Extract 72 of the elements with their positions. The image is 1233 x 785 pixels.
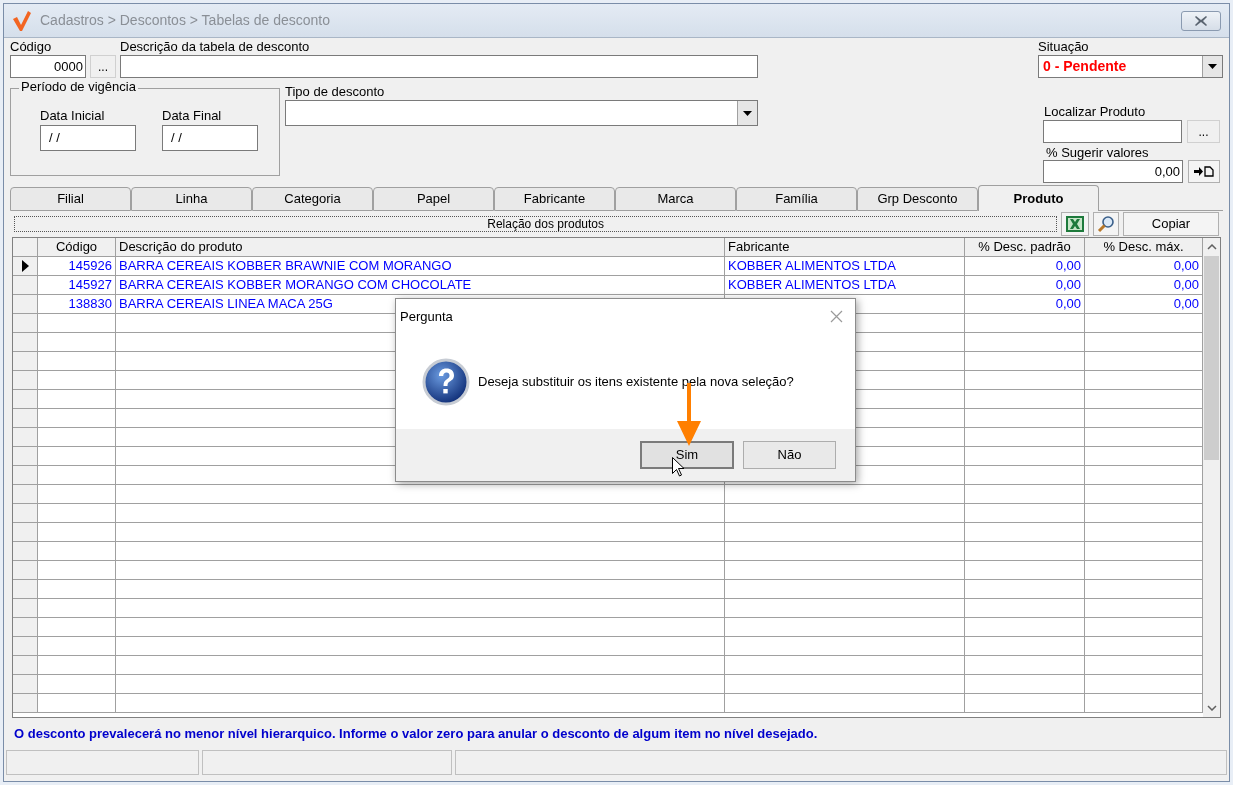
field-label: Data Inicial xyxy=(40,107,106,125)
dialog-button[interactable]: Não xyxy=(743,441,836,469)
discount-type-select[interactable] xyxy=(285,100,758,126)
tab[interactable]: Família xyxy=(736,187,857,211)
dropdown-caret-icon xyxy=(1208,64,1217,69)
date-field[interactable]: / / xyxy=(40,125,136,151)
lookup-button[interactable]: ... xyxy=(1187,120,1220,143)
copy-button[interactable]: Copiar xyxy=(1123,212,1219,236)
field-label: Descrição da tabela de desconto xyxy=(120,39,311,55)
apply-button[interactable] xyxy=(1188,160,1220,183)
code-field[interactable]: 0000 xyxy=(10,55,86,78)
table-cell: 0,00 xyxy=(1173,296,1199,311)
question-icon xyxy=(422,357,470,406)
current-row-icon xyxy=(21,260,29,272)
column-header[interactable]: Código xyxy=(38,238,116,256)
table-cell: BARRA CEREAIS KOBBER BRAWNIE COM MORANGO xyxy=(119,258,452,273)
lookup-button[interactable]: ... xyxy=(90,55,116,78)
table-cell: 0,00 xyxy=(1055,258,1081,273)
scroll-up-icon[interactable] xyxy=(1206,244,1217,250)
date-field[interactable]: / / xyxy=(162,125,258,151)
column-header[interactable]: Fabricante xyxy=(725,238,965,256)
info-message: O desconto prevalecerá no menor nível hierarquico. Informe o valor zero para anular o desconto de algum item no nível desejado. xyxy=(14,725,818,744)
field-label: Código xyxy=(10,39,53,55)
table-cell: 0,00 xyxy=(1055,277,1081,292)
dialog-button[interactable]: Sim xyxy=(640,441,734,469)
scroll-thumb[interactable] xyxy=(1204,256,1219,460)
field-label: Localizar Produto xyxy=(1044,104,1147,120)
field-label: Situação xyxy=(1038,39,1090,55)
column-header[interactable]: Descrição do produto xyxy=(116,238,725,256)
product-search-field[interactable] xyxy=(1043,120,1182,143)
spreadsheet-icon xyxy=(1066,216,1084,232)
close-icon[interactable] xyxy=(830,310,843,323)
row-indicator[interactable] xyxy=(13,257,38,275)
table-cell: 145927 xyxy=(68,277,112,292)
tab[interactable]: Fabricante xyxy=(494,187,615,211)
close-icon xyxy=(1195,15,1207,26)
table-cell: KOBBER ALIMENTOS LTDA xyxy=(728,258,896,273)
tab[interactable]: Produto xyxy=(978,185,1099,211)
tab[interactable]: Papel xyxy=(373,187,494,211)
arrow-page-icon xyxy=(1194,166,1214,177)
column-header[interactable]: % Desc. padrão xyxy=(965,238,1085,256)
field-label: % Sugerir valores xyxy=(1046,146,1150,160)
close-button[interactable] xyxy=(1181,10,1221,31)
excel-export-button[interactable] xyxy=(1061,212,1089,236)
tab[interactable]: Grp Desconto xyxy=(857,187,978,211)
tab[interactable]: Linha xyxy=(131,187,252,211)
tab[interactable]: Marca xyxy=(615,187,736,211)
field-label: Tipo de desconto xyxy=(285,84,386,100)
table-cell: BARRA CEREAIS LINEA MACA 25G xyxy=(119,296,333,311)
table-cell: 0,00 xyxy=(1055,296,1081,311)
field-label: Data Final xyxy=(162,107,223,125)
table-cell: 0,00 xyxy=(1173,258,1199,273)
group-title: Período de vigência xyxy=(19,79,138,95)
check-logo-icon xyxy=(12,9,32,32)
table-cell: 0,00 xyxy=(1173,277,1199,292)
table-cell: BARRA CEREAIS KOBBER MORANGO COM CHOCOLATE xyxy=(119,277,472,292)
tab[interactable]: Categoria xyxy=(252,187,373,211)
search-button[interactable] xyxy=(1093,212,1119,236)
description-field[interactable] xyxy=(120,55,758,78)
dropdown-caret-icon xyxy=(743,110,752,116)
panel-caption: Relação dos produtos xyxy=(14,216,1057,232)
search-icon xyxy=(1097,215,1115,233)
tab[interactable]: Filial xyxy=(10,187,131,211)
status-select[interactable]: 0 - Pendente xyxy=(1038,55,1223,78)
scroll-down-icon[interactable] xyxy=(1206,705,1217,711)
table-cell: KOBBER ALIMENTOS LTDA xyxy=(728,277,896,292)
table-cell: 145926 xyxy=(68,258,112,273)
suggest-value-field[interactable]: 0,00 xyxy=(1043,160,1183,183)
mouse-cursor-icon xyxy=(672,457,684,477)
dialog-title: Pergunta xyxy=(400,307,453,326)
window-title: Cadastros > Descontos > Tabelas de desconto xyxy=(40,11,331,30)
table-cell: 138830 xyxy=(68,296,112,311)
